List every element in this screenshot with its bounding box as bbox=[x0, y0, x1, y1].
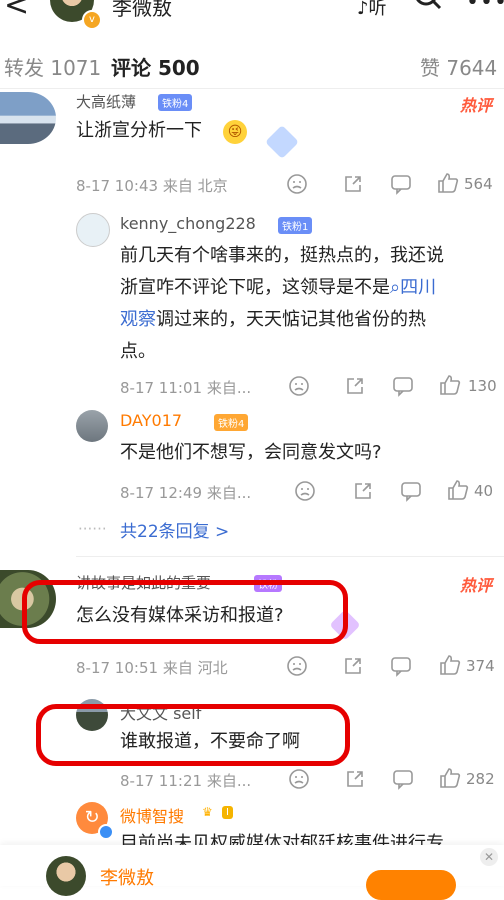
listen-button[interactable]: ♪听 bbox=[357, 0, 387, 20]
comment-time: 8-17 10:43 bbox=[76, 177, 159, 195]
like-icon[interactable] bbox=[446, 478, 470, 502]
share-icon[interactable] bbox=[342, 173, 364, 195]
level-badge: I bbox=[222, 806, 233, 819]
reply-location: 来自... bbox=[206, 772, 252, 790]
fan-badge: 铁粉4 bbox=[158, 94, 193, 111]
reply-username[interactable]: 微博智搜 bbox=[120, 803, 184, 827]
more-replies-dots: ······ bbox=[78, 520, 107, 538]
annotation-highlight bbox=[22, 580, 348, 644]
tab-divider bbox=[0, 88, 504, 89]
reply-text: 前几天有个啥事来的，挺热点的，我还说 浙宣咋不评论下呢，这领导是不是⌕四川 观察… bbox=[120, 245, 444, 362]
bottom-username[interactable]: 李微敖 bbox=[100, 864, 154, 890]
reply-time: 8-17 11:21 bbox=[120, 772, 203, 790]
avatar[interactable] bbox=[46, 856, 86, 896]
share-icon[interactable] bbox=[342, 655, 364, 677]
sparkle-icon bbox=[265, 125, 299, 159]
fan-badge: 铁粉4 bbox=[214, 414, 249, 431]
listen-label: 听 bbox=[368, 0, 387, 19]
emoji-icon: 😜 bbox=[223, 120, 247, 144]
topic-link[interactable]: ⌕四川 bbox=[390, 277, 436, 298]
hot-comment-badge: 热评 bbox=[460, 576, 493, 595]
more-icon[interactable]: ••• bbox=[466, 0, 504, 15]
dislike-icon[interactable] bbox=[294, 480, 316, 502]
avatar[interactable] bbox=[0, 92, 56, 144]
comment-icon[interactable] bbox=[390, 173, 412, 195]
hot-comment-badge: 热评 bbox=[460, 96, 493, 115]
comment-icon[interactable] bbox=[392, 768, 414, 790]
like-count: 282 bbox=[466, 770, 495, 788]
tab-comments[interactable]: 评论 500 bbox=[111, 52, 200, 81]
dislike-icon[interactable] bbox=[286, 173, 308, 195]
like-count: 564 bbox=[464, 175, 493, 193]
share-icon[interactable] bbox=[344, 768, 366, 790]
more-replies-link[interactable]: 共22条回复 > bbox=[120, 517, 229, 542]
comment-text: 让浙宣分析一下 bbox=[76, 120, 202, 141]
comment-icon[interactable] bbox=[400, 480, 422, 502]
like-count: 40 bbox=[474, 482, 494, 500]
reply-username[interactable]: kenny_chong228 bbox=[120, 214, 256, 233]
crown-icon: ♛ bbox=[202, 805, 213, 819]
reply-location: 来自... bbox=[206, 379, 252, 397]
comment-location: 来自 北京 bbox=[162, 177, 228, 195]
comment-time: 8-17 10:51 bbox=[76, 659, 159, 677]
tab-likes[interactable]: 赞 7644 bbox=[420, 52, 497, 81]
like-count: 130 bbox=[468, 377, 497, 395]
reply-time: 8-17 12:49 bbox=[120, 484, 203, 502]
comment-icon[interactable] bbox=[390, 655, 412, 677]
verified-badge-icon: v bbox=[82, 10, 102, 30]
avatar[interactable] bbox=[76, 213, 110, 247]
comment-username[interactable]: 大高纸薄 bbox=[76, 91, 136, 112]
reply-location: 来自... bbox=[206, 484, 252, 502]
like-icon[interactable] bbox=[436, 171, 460, 195]
comment-location: 来自 河北 bbox=[162, 659, 228, 677]
comment-icon[interactable] bbox=[392, 375, 414, 397]
avatar[interactable] bbox=[76, 410, 108, 442]
verified-badge-icon bbox=[98, 824, 114, 840]
fan-badge: 铁粉1 bbox=[278, 217, 313, 234]
share-icon[interactable] bbox=[352, 480, 374, 502]
reply-text: 不是他们不想写，会同意发文吗? bbox=[120, 442, 382, 463]
like-icon[interactable] bbox=[438, 653, 462, 677]
search-icon[interactable] bbox=[414, 0, 444, 12]
reply-username[interactable]: DAY017 bbox=[120, 411, 182, 430]
like-icon[interactable] bbox=[438, 766, 462, 790]
dislike-icon[interactable] bbox=[288, 768, 310, 790]
dislike-icon[interactable] bbox=[288, 375, 310, 397]
reply-time: 8-17 11:01 bbox=[120, 379, 203, 397]
dislike-icon[interactable] bbox=[286, 655, 308, 677]
share-icon[interactable] bbox=[344, 375, 366, 397]
back-chevron-icon[interactable]: < bbox=[4, 0, 29, 23]
tab-reposts[interactable]: 转发 1071 bbox=[4, 52, 101, 81]
divider bbox=[76, 556, 504, 557]
topic-link[interactable]: 观察 bbox=[120, 309, 156, 330]
follow-button[interactable] bbox=[366, 870, 456, 900]
like-icon[interactable] bbox=[438, 373, 462, 397]
annotation-highlight bbox=[36, 704, 350, 766]
page-title: 李微敖 bbox=[112, 0, 172, 20]
like-count: 374 bbox=[466, 657, 495, 675]
close-icon[interactable]: ✕ bbox=[480, 848, 498, 866]
